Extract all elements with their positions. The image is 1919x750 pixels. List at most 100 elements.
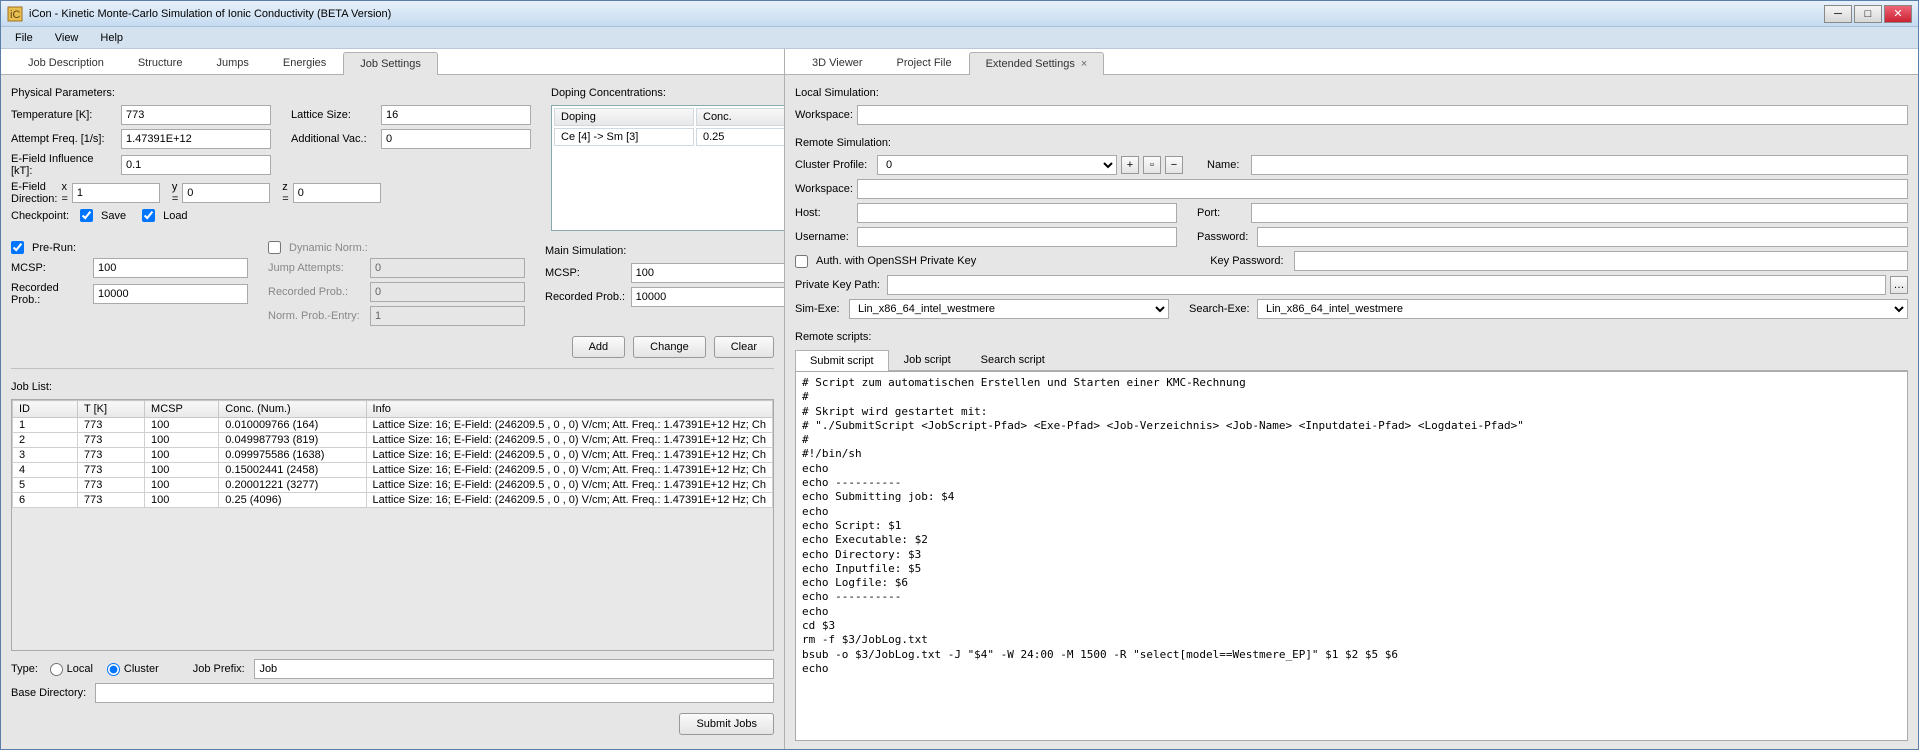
tab-energies[interactable]: Energies bbox=[266, 51, 343, 74]
base-directory-input[interactable] bbox=[95, 683, 774, 703]
table-cell[interactable]: 0.099975586 (1638) bbox=[219, 448, 366, 463]
table-cell[interactable]: 773 bbox=[78, 493, 145, 508]
mainsim-recp-input[interactable] bbox=[631, 287, 784, 307]
job-list-table[interactable]: ID T [K] MCSP Conc. (Num.) Info 17731000… bbox=[12, 400, 773, 508]
job-prefix-input[interactable] bbox=[254, 659, 774, 679]
close-button[interactable]: ✕ bbox=[1884, 5, 1912, 23]
col-id[interactable]: ID bbox=[13, 401, 78, 418]
add-button[interactable]: Add bbox=[572, 336, 626, 358]
doping-table[interactable]: DopingConc. Ce [4] -> Sm [3]0.25 bbox=[551, 105, 784, 231]
port-input[interactable] bbox=[1251, 203, 1908, 223]
table-cell[interactable]: 0.049987793 (819) bbox=[219, 433, 366, 448]
table-cell[interactable]: 100 bbox=[145, 448, 219, 463]
table-cell[interactable]: 100 bbox=[145, 463, 219, 478]
efdir-y-input[interactable] bbox=[182, 183, 270, 203]
local-radio[interactable] bbox=[50, 663, 63, 676]
table-row[interactable]: 27731000.049987793 (819)Lattice Size: 16… bbox=[13, 433, 773, 448]
table-cell[interactable]: 100 bbox=[145, 478, 219, 493]
col-mcsp[interactable]: MCSP bbox=[145, 401, 219, 418]
col-conc[interactable]: Conc. (Num.) bbox=[219, 401, 366, 418]
table-row[interactable]: 17731000.010009766 (164)Lattice Size: 16… bbox=[13, 418, 773, 433]
lattice-size-input[interactable] bbox=[381, 105, 531, 125]
table-cell[interactable]: 773 bbox=[78, 418, 145, 433]
table-cell[interactable]: 5 bbox=[13, 478, 78, 493]
table-cell[interactable]: Lattice Size: 16; E-Field: (246209.5 , 0… bbox=[366, 433, 772, 448]
profile-copy-button[interactable]: ▫ bbox=[1143, 156, 1161, 174]
remote-workspace-input[interactable] bbox=[857, 179, 1908, 199]
table-cell[interactable]: Lattice Size: 16; E-Field: (246209.5 , 0… bbox=[366, 478, 772, 493]
tab-3d-viewer[interactable]: 3D Viewer bbox=[795, 51, 880, 74]
table-row[interactable]: 47731000.15002441 (2458)Lattice Size: 16… bbox=[13, 463, 773, 478]
searchexe-select[interactable]: Lin_x86_64_intel_westmere bbox=[1257, 299, 1908, 319]
doping-cell[interactable]: Ce [4] -> Sm [3] bbox=[554, 128, 694, 146]
menu-view[interactable]: View bbox=[45, 30, 89, 46]
load-checkbox[interactable] bbox=[142, 209, 155, 222]
table-cell[interactable]: 0.25 (4096) bbox=[219, 493, 366, 508]
change-button[interactable]: Change bbox=[633, 336, 706, 358]
table-cell[interactable]: 1 bbox=[13, 418, 78, 433]
table-cell[interactable]: 3 bbox=[13, 448, 78, 463]
prerun-checkbox[interactable] bbox=[11, 241, 24, 254]
host-input[interactable] bbox=[857, 203, 1177, 223]
attfreq-input[interactable] bbox=[121, 129, 271, 149]
table-cell[interactable]: 2 bbox=[13, 433, 78, 448]
close-tab-icon[interactable]: × bbox=[1081, 58, 1087, 70]
script-textarea[interactable]: # Script zum automatischen Erstellen und… bbox=[795, 371, 1908, 741]
table-cell[interactable]: 773 bbox=[78, 463, 145, 478]
table-row[interactable]: 67731000.25 (4096)Lattice Size: 16; E-Fi… bbox=[13, 493, 773, 508]
simexe-select[interactable]: Lin_x86_64_intel_westmere bbox=[849, 299, 1169, 319]
prerun-mcsp-input[interactable] bbox=[93, 258, 248, 278]
clear-button[interactable]: Clear bbox=[714, 336, 774, 358]
name-input[interactable] bbox=[1251, 155, 1908, 175]
pkpath-input[interactable] bbox=[887, 275, 1886, 295]
table-cell[interactable]: 100 bbox=[145, 418, 219, 433]
table-cell[interactable]: 773 bbox=[78, 478, 145, 493]
efield-influence-input[interactable] bbox=[121, 155, 271, 175]
tab-job-description[interactable]: Job Description bbox=[11, 51, 121, 74]
table-cell[interactable]: 0.010009766 (164) bbox=[219, 418, 366, 433]
tab-job-script[interactable]: Job script bbox=[889, 349, 966, 370]
maximize-button[interactable]: □ bbox=[1854, 5, 1882, 23]
table-cell[interactable]: Lattice Size: 16; E-Field: (246209.5 , 0… bbox=[366, 463, 772, 478]
tab-project-file[interactable]: Project File bbox=[880, 51, 969, 74]
local-workspace-input[interactable] bbox=[857, 105, 1908, 125]
menu-file[interactable]: File bbox=[5, 30, 43, 46]
table-cell[interactable]: Lattice Size: 16; E-Field: (246209.5 , 0… bbox=[366, 418, 772, 433]
temperature-input[interactable] bbox=[121, 105, 271, 125]
col-tk[interactable]: T [K] bbox=[78, 401, 145, 418]
table-cell[interactable]: 100 bbox=[145, 493, 219, 508]
additional-vac-input[interactable] bbox=[381, 129, 531, 149]
password-input[interactable] bbox=[1257, 227, 1908, 247]
prerun-recp-input[interactable] bbox=[93, 284, 248, 304]
mainsim-mcsp-input[interactable] bbox=[631, 263, 784, 283]
profile-remove-button[interactable]: − bbox=[1165, 156, 1183, 174]
table-row[interactable]: 57731000.20001221 (3277)Lattice Size: 16… bbox=[13, 478, 773, 493]
doping-cell[interactable]: 0.25 bbox=[696, 128, 784, 146]
cluster-profile-select[interactable]: 0 bbox=[877, 155, 1117, 175]
table-cell[interactable]: Lattice Size: 16; E-Field: (246209.5 , 0… bbox=[366, 493, 772, 508]
table-cell[interactable]: 4 bbox=[13, 463, 78, 478]
table-cell[interactable]: 0.20001221 (3277) bbox=[219, 478, 366, 493]
table-cell[interactable]: 773 bbox=[78, 433, 145, 448]
tab-structure[interactable]: Structure bbox=[121, 51, 200, 74]
cluster-radio[interactable] bbox=[107, 663, 120, 676]
tab-submit-script[interactable]: Submit script bbox=[795, 350, 889, 371]
col-info[interactable]: Info bbox=[366, 401, 772, 418]
dynnorm-checkbox[interactable] bbox=[268, 241, 281, 254]
username-input[interactable] bbox=[857, 227, 1177, 247]
tab-jumps[interactable]: Jumps bbox=[199, 51, 265, 74]
table-cell[interactable]: 100 bbox=[145, 433, 219, 448]
tab-job-settings[interactable]: Job Settings bbox=[343, 52, 438, 75]
efdir-x-input[interactable] bbox=[72, 183, 160, 203]
save-checkbox[interactable] bbox=[80, 209, 93, 222]
menu-help[interactable]: Help bbox=[90, 30, 133, 46]
table-cell[interactable]: 0.15002441 (2458) bbox=[219, 463, 366, 478]
pkpath-browse-button[interactable]: … bbox=[1890, 276, 1908, 294]
keypassword-input[interactable] bbox=[1294, 251, 1908, 271]
table-cell[interactable]: Lattice Size: 16; E-Field: (246209.5 , 0… bbox=[366, 448, 772, 463]
openssh-checkbox[interactable] bbox=[795, 255, 808, 268]
tab-extended-settings[interactable]: Extended Settings× bbox=[969, 52, 1105, 75]
minimize-button[interactable]: ─ bbox=[1824, 5, 1852, 23]
table-row[interactable]: 37731000.099975586 (1638)Lattice Size: 1… bbox=[13, 448, 773, 463]
tab-search-script[interactable]: Search script bbox=[966, 349, 1060, 370]
